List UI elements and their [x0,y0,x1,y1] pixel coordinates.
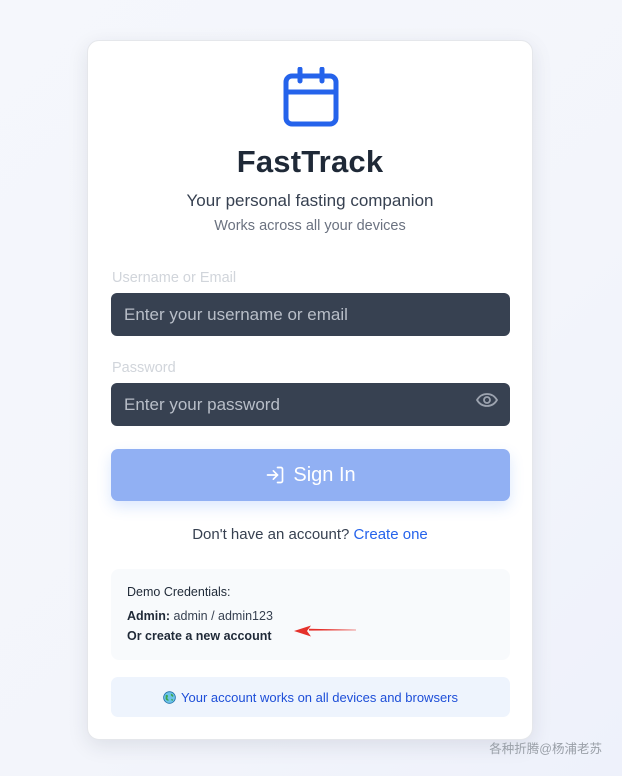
username-input[interactable] [111,293,510,336]
demo-admin-label: Admin: [127,609,171,623]
app-title: FastTrack [236,144,384,179]
calendar-icon [283,67,339,127]
signup-prompt: Don't have an account? [192,526,350,543]
info-banner: Your account works on all devices and br… [111,677,510,717]
create-account-link[interactable]: Create one [354,526,428,543]
password-label: Password [112,360,176,376]
demo-heading: Demo Credentials: [127,585,231,599]
globe-icon [163,690,176,704]
demo-admin-value: admin / admin123 [173,609,273,623]
info-text: Your account works on all devices and br… [181,689,458,705]
arrow-icon [294,625,356,637]
demo-credentials-box: Demo Credentials: Admin: admin / admin12… [111,569,510,660]
login-icon [267,466,284,484]
signup-row: Don't have an account? Create one [88,526,532,543]
watermark: 各种折腾@杨浦老苏 [489,742,602,756]
sign-in-label: Sign In [293,463,356,486]
demo-create-note: Or create a new account [127,629,272,643]
login-card: FastTrack Your personal fasting companio… [87,40,533,740]
eye-icon[interactable] [476,393,498,407]
demo-admin-line: Admin: admin / admin123 [127,609,273,623]
sign-in-button[interactable]: Sign In [111,449,510,501]
app-subtitle: Your personal fasting companion [186,191,434,210]
username-label: Username or Email [112,270,237,286]
password-input[interactable] [111,383,510,426]
app-tagline: Works across all your devices [214,218,406,234]
